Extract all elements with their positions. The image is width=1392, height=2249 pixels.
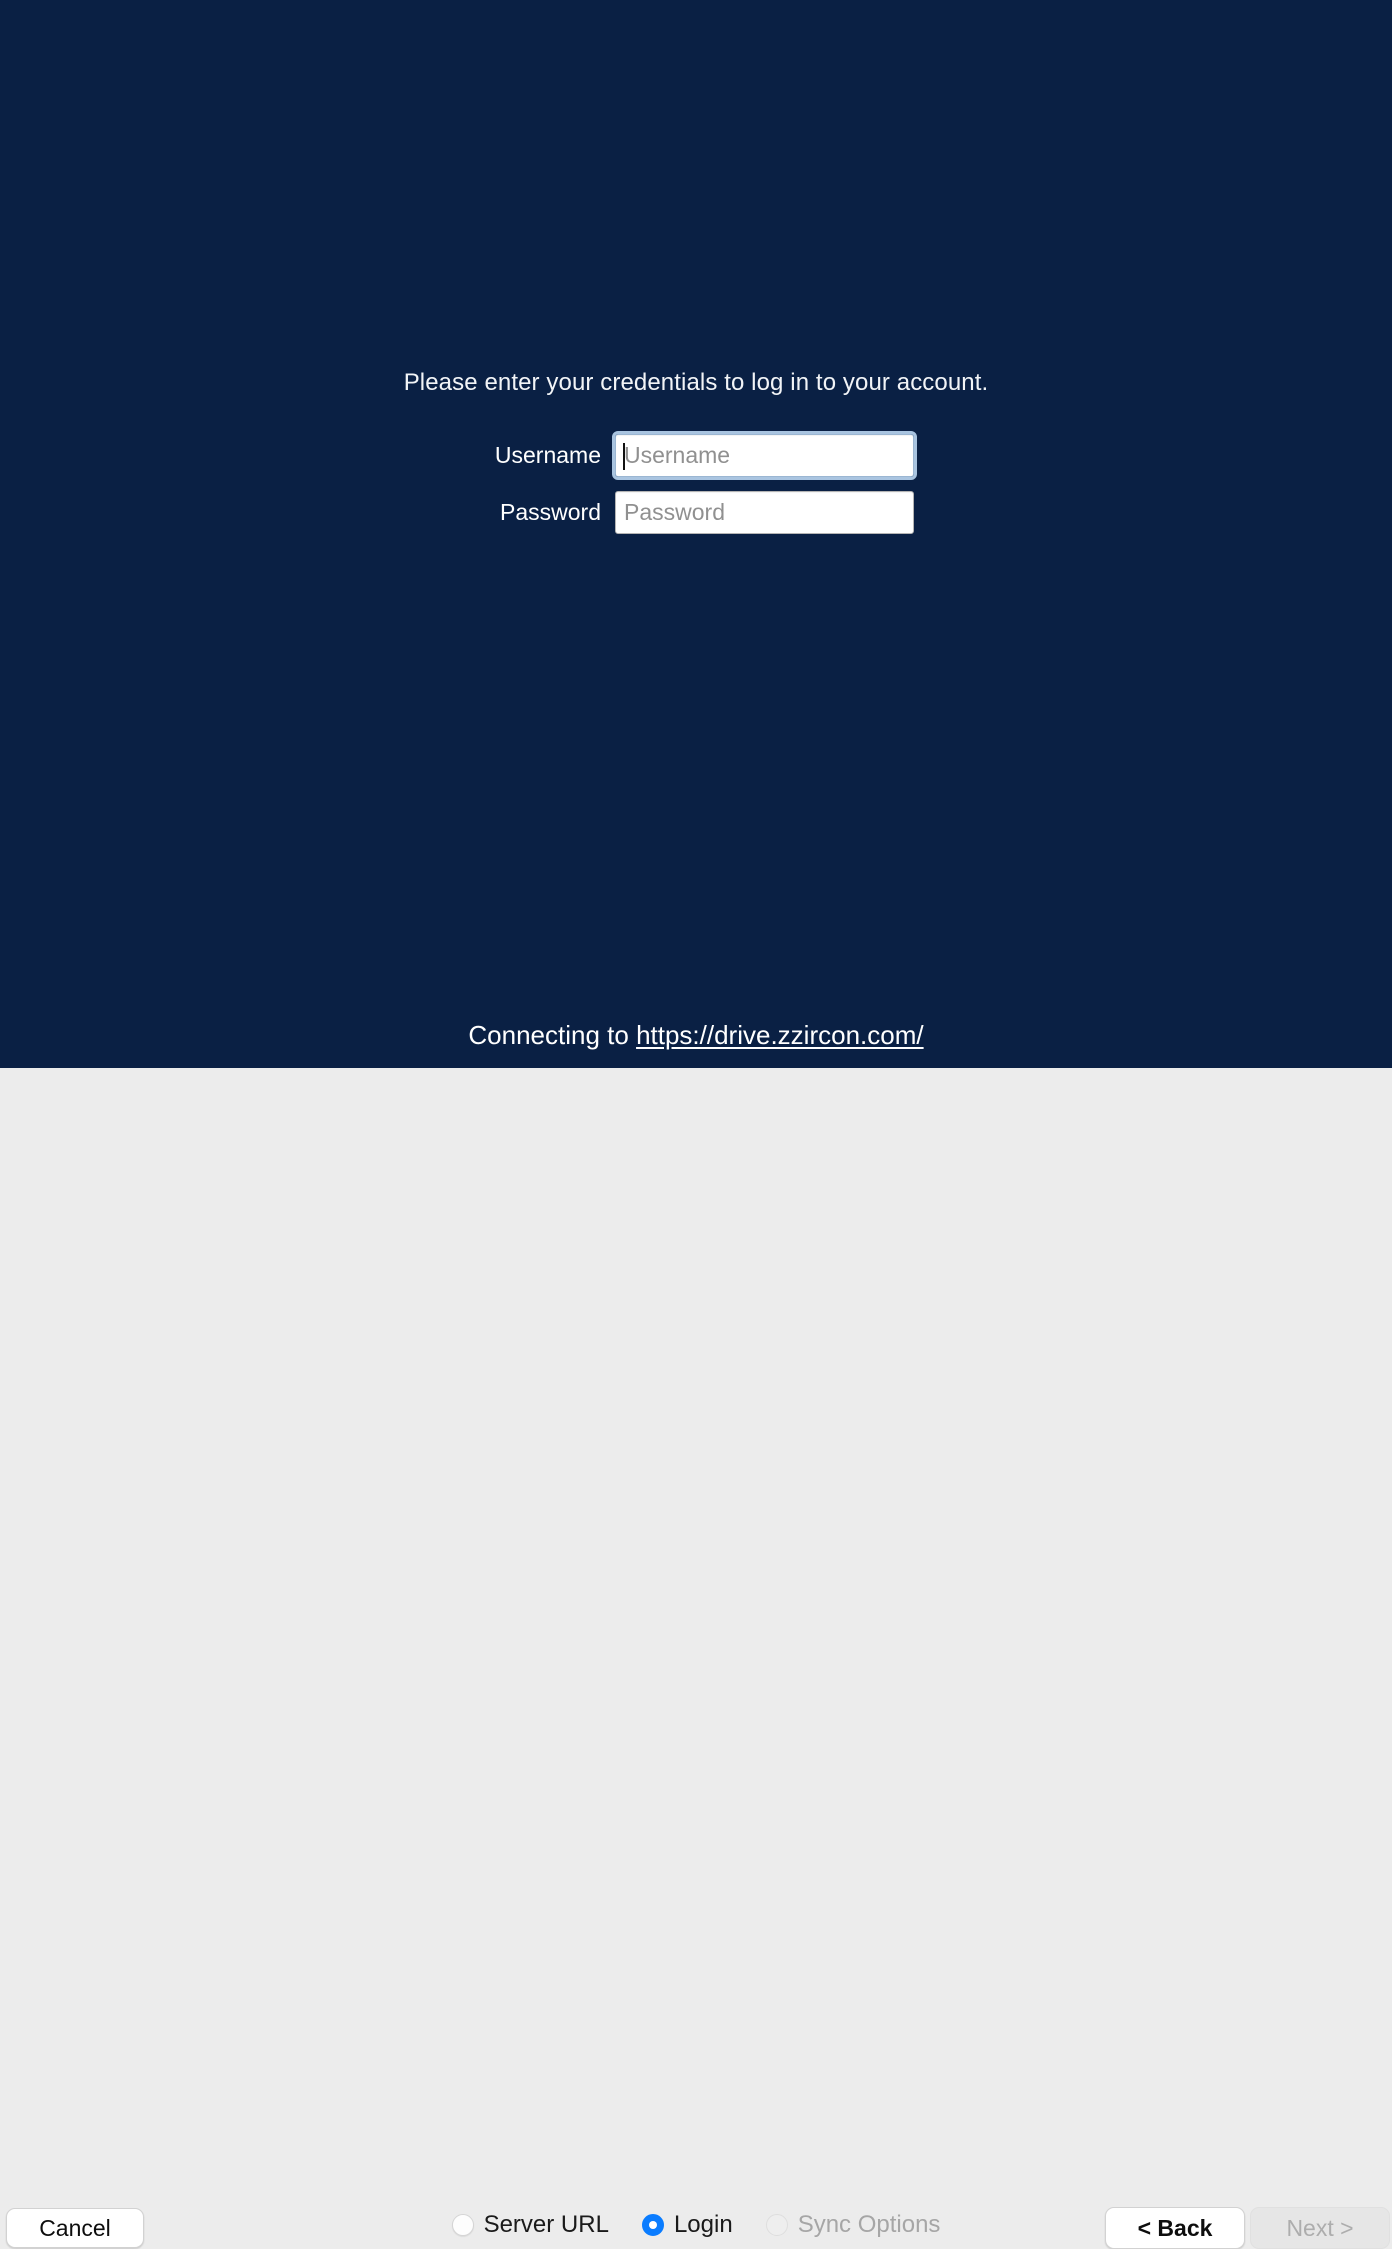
setup-wizard-window: Please enter your credentials to log in … — [0, 0, 1392, 2249]
next-button: Next > — [1250, 2207, 1390, 2249]
radio-icon-sync-options — [765, 2214, 788, 2236]
username-placeholder: Username — [624, 442, 731, 468]
step-login[interactable]: Login — [641, 2211, 733, 2239]
password-row: Password Password — [478, 491, 914, 534]
back-button[interactable]: < Back — [1105, 2207, 1245, 2249]
username-row: Username Username — [478, 431, 917, 480]
wizard-content-pane: Please enter your credentials to log in … — [0, 0, 1392, 1068]
wizard-footer: Cancel Server URL Login Sync Options < B… — [0, 1068, 1392, 2249]
step-label-sync-options: Sync Options — [797, 2211, 941, 2238]
username-input[interactable]: Username — [612, 431, 917, 480]
step-server-url[interactable]: Server URL — [451, 2211, 609, 2239]
username-label: Username — [494, 442, 601, 468]
radio-icon-login[interactable] — [641, 2214, 664, 2236]
radio-icon-server-url[interactable] — [451, 2214, 474, 2236]
connection-status-prefix: Connecting to — [468, 1020, 637, 1050]
step-label-login: Login — [673, 2211, 733, 2238]
text-caret — [623, 443, 625, 470]
cancel-button[interactable]: Cancel — [6, 2208, 144, 2248]
step-label-server-url: Server URL — [483, 2211, 609, 2238]
credentials-form: Username Username Password Password — [0, 431, 1392, 534]
password-label: Password — [500, 499, 601, 525]
step-sync-options: Sync Options — [765, 2211, 941, 2239]
password-input[interactable]: Password — [615, 491, 914, 534]
page-title: Please enter your credentials to log in … — [403, 369, 989, 396]
connection-status: Connecting to https://drive.zzircon.com/ — [0, 1020, 1392, 1051]
password-placeholder: Password — [624, 499, 725, 525]
server-url-link[interactable]: https://drive.zzircon.com/ — [636, 1020, 924, 1050]
